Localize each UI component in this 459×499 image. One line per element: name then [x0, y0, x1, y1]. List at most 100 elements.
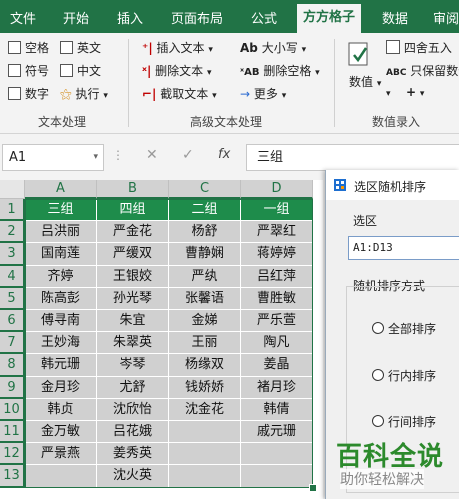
- case-button[interactable]: Ab 大小写 ▾: [240, 39, 306, 56]
- radio-between-rows-sort[interactable]: 行间排序: [372, 413, 436, 430]
- selection-range-input[interactable]: A1:D13: [348, 236, 459, 260]
- radio-all-sort[interactable]: 全部排序: [372, 320, 436, 337]
- table-cell[interactable]: 严翠红: [241, 221, 313, 244]
- row-header-3[interactable]: 3: [0, 243, 25, 266]
- table-cell[interactable]: 严乐萱: [241, 310, 313, 333]
- more-button[interactable]: → 更多 ▾: [240, 85, 286, 102]
- table-cell[interactable]: 王银姣: [97, 265, 169, 288]
- table-cell[interactable]: [169, 421, 241, 444]
- keep-values-button[interactable]: ABC 只保留数值: [386, 62, 459, 79]
- row-header-10[interactable]: 10: [0, 398, 25, 421]
- table-cell[interactable]: 吕洪丽: [25, 221, 97, 244]
- tab-file[interactable]: 文件: [10, 8, 36, 27]
- column-header-a[interactable]: A: [25, 180, 97, 199]
- dropdown-button[interactable]: ▾: [386, 85, 391, 99]
- table-cell[interactable]: [25, 465, 97, 488]
- table-cell[interactable]: 钱娇娇: [169, 376, 241, 399]
- formula-input[interactable]: 三组: [246, 144, 459, 171]
- execute-button[interactable]: ⚝ 执行 ▾: [60, 85, 108, 102]
- table-cell[interactable]: [241, 443, 313, 466]
- table-cell[interactable]: 傅寻南: [25, 310, 97, 333]
- table-cell[interactable]: 严缓双: [97, 243, 169, 266]
- table-cell[interactable]: 沈欣怡: [97, 398, 169, 421]
- column-header-b[interactable]: B: [97, 180, 169, 199]
- table-cell[interactable]: 褚月珍: [241, 376, 313, 399]
- table-cell[interactable]: 韩贞: [25, 398, 97, 421]
- checkbox-symbol[interactable]: 符号: [8, 62, 49, 79]
- tab-review[interactable]: 审阅: [433, 8, 459, 27]
- checkbox-space[interactable]: 空格: [8, 39, 49, 56]
- row-header-4[interactable]: 4: [0, 265, 25, 288]
- header-cell[interactable]: 三组: [25, 199, 97, 222]
- row-header-12[interactable]: 12: [0, 443, 25, 466]
- table-cell[interactable]: 吕花娥: [97, 421, 169, 444]
- table-cell[interactable]: 韩元珊: [25, 354, 97, 377]
- table-cell[interactable]: 尤舒: [97, 376, 169, 399]
- value-button[interactable]: 数值 ▾: [349, 73, 381, 90]
- dialog-title-bar[interactable]: 选区随机排序: [326, 170, 459, 200]
- tab-page-layout[interactable]: 页面布局: [171, 8, 223, 27]
- row-header-1[interactable]: 1: [0, 199, 25, 222]
- table-cell[interactable]: 姜晶: [241, 354, 313, 377]
- fill-handle[interactable]: [309, 483, 317, 492]
- header-cell[interactable]: 一组: [241, 199, 313, 222]
- plus-button[interactable]: + ▾: [406, 85, 424, 99]
- header-cell[interactable]: 二组: [169, 199, 241, 222]
- delete-text-button[interactable]: ˣ| 删除文本 ▾: [142, 62, 212, 79]
- table-cell[interactable]: 沈金花: [169, 398, 241, 421]
- table-cell[interactable]: 国南莲: [25, 243, 97, 266]
- table-cell[interactable]: 沈火英: [97, 465, 169, 488]
- cancel-icon[interactable]: ✕: [146, 147, 158, 163]
- table-cell[interactable]: 曹静娴: [169, 243, 241, 266]
- row-header-8[interactable]: 8: [0, 354, 25, 377]
- table-cell[interactable]: 金万敏: [25, 421, 97, 444]
- table-cell[interactable]: [241, 465, 313, 488]
- table-cell[interactable]: 张馨语: [169, 287, 241, 310]
- table-cell[interactable]: 严纨: [169, 265, 241, 288]
- table-cell[interactable]: 严景燕: [25, 443, 97, 466]
- table-cell[interactable]: 严金花: [97, 221, 169, 244]
- checkbox-english[interactable]: 英文: [60, 39, 101, 56]
- row-header-13[interactable]: 13: [0, 465, 25, 488]
- row-header-2[interactable]: 2: [0, 221, 25, 244]
- row-header-7[interactable]: 7: [0, 332, 25, 355]
- table-cell[interactable]: 姜秀英: [97, 443, 169, 466]
- tab-data[interactable]: 数据: [382, 8, 408, 27]
- row-header-5[interactable]: 5: [0, 287, 25, 310]
- table-cell[interactable]: 朱翠英: [97, 332, 169, 355]
- delete-space-button[interactable]: ˣAB 删除空格 ▾: [240, 62, 320, 79]
- table-cell[interactable]: 吕红萍: [241, 265, 313, 288]
- table-cell[interactable]: 陈高彭: [25, 287, 97, 310]
- row-header-6[interactable]: 6: [0, 310, 25, 333]
- select-all-corner[interactable]: [0, 180, 25, 199]
- row-header-11[interactable]: 11: [0, 421, 25, 444]
- tab-fangfang[interactable]: 方方格子: [297, 4, 362, 33]
- table-cell[interactable]: 朱宜: [97, 310, 169, 333]
- table-cell[interactable]: 杨舒: [169, 221, 241, 244]
- tab-insert[interactable]: 插入: [117, 8, 143, 27]
- table-cell[interactable]: 孙光琴: [97, 287, 169, 310]
- table-cell[interactable]: 戚元珊: [241, 421, 313, 444]
- insert-function-icon[interactable]: fx: [218, 147, 230, 162]
- checkbox-chinese[interactable]: 中文: [60, 62, 101, 79]
- table-cell[interactable]: 蒋婷婷: [241, 243, 313, 266]
- table-cell[interactable]: 金月珍: [25, 376, 97, 399]
- table-cell[interactable]: 陶凡: [241, 332, 313, 355]
- table-cell[interactable]: 韩倩: [241, 398, 313, 421]
- tab-home[interactable]: 开始: [63, 8, 89, 27]
- tab-formulas[interactable]: 公式: [251, 8, 277, 27]
- enter-icon[interactable]: ✓: [182, 147, 194, 163]
- column-header-c[interactable]: C: [169, 180, 241, 199]
- round-button[interactable]: 四舍五入: [386, 39, 452, 56]
- table-cell[interactable]: 岑琴: [97, 354, 169, 377]
- table-cell[interactable]: 王妙海: [25, 332, 97, 355]
- row-header-9[interactable]: 9: [0, 376, 25, 399]
- column-header-d[interactable]: D: [241, 180, 313, 199]
- name-box[interactable]: A1 ▾: [2, 144, 104, 171]
- table-cell[interactable]: 金娣: [169, 310, 241, 333]
- table-cell[interactable]: 曹胜敏: [241, 287, 313, 310]
- table-cell[interactable]: [169, 443, 241, 466]
- extract-text-button[interactable]: ⌐| 截取文本 ▾: [142, 85, 217, 102]
- table-cell[interactable]: 齐婷: [25, 265, 97, 288]
- checkbox-number[interactable]: 数字: [8, 85, 49, 102]
